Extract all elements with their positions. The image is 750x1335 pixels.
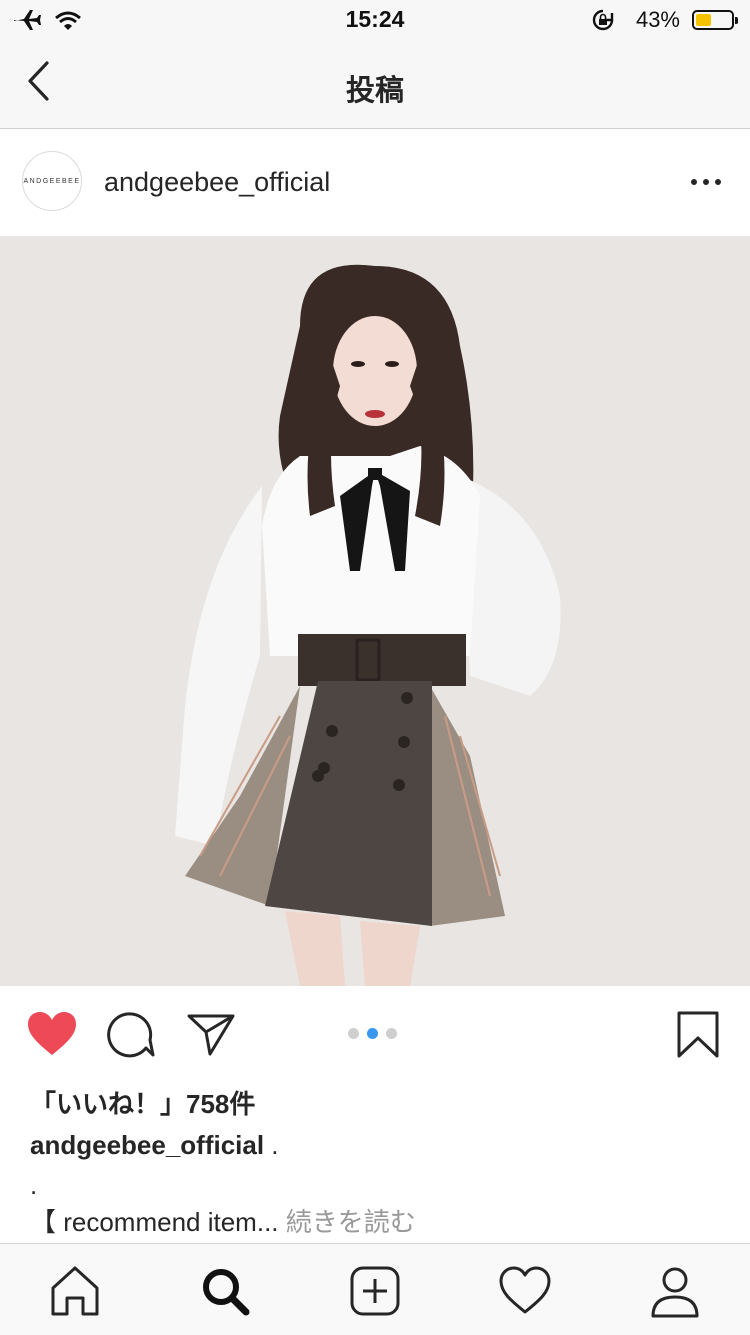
carousel-indicator (348, 1028, 397, 1039)
comment-button[interactable] (106, 1010, 156, 1058)
caption-text: . (264, 1130, 279, 1160)
like-button[interactable] (26, 1010, 78, 1058)
nav-bar: 投稿 (0, 40, 750, 129)
battery-level (696, 14, 711, 26)
more-options-button[interactable] (686, 167, 726, 197)
add-post-icon[interactable] (348, 1264, 402, 1318)
page-title: 投稿 (345, 75, 404, 107)
save-bookmark-button[interactable] (676, 1010, 720, 1060)
model-photo (0, 236, 750, 986)
carousel-dot (386, 1028, 397, 1039)
avatar[interactable]: ANDGEEBEE (22, 151, 82, 211)
home-icon[interactable] (48, 1264, 102, 1318)
status-bar: 15:24 43% (0, 0, 750, 40)
likes-count[interactable]: 「いいね！」758件 (30, 1084, 255, 1121)
post-username[interactable]: andgeebee_official (104, 167, 330, 198)
tab-bar (0, 1243, 750, 1335)
carousel-dot (348, 1028, 359, 1039)
profile-icon[interactable] (648, 1264, 702, 1318)
caption-preview-line: 【 recommend item... 続きを読む (30, 1202, 416, 1239)
search-icon[interactable] (198, 1264, 252, 1318)
battery-icon (692, 10, 738, 30)
post-header: ANDGEEBEE andgeebee_official (0, 129, 750, 235)
read-more-link[interactable]: 続きを読む (286, 1207, 416, 1237)
caption-line: andgeebee_official . (30, 1130, 279, 1161)
battery-percentage: 43% (635, 7, 680, 32)
share-button[interactable] (186, 1010, 236, 1058)
caption-dot: . (30, 1170, 38, 1200)
carousel-dot-active (367, 1028, 378, 1039)
activity-heart-icon[interactable] (498, 1264, 552, 1318)
post-image[interactable] (0, 236, 750, 986)
caption-username[interactable]: andgeebee_official (30, 1130, 264, 1160)
caption-preview: 【 recommend item... (30, 1207, 286, 1237)
rotation-lock-icon (592, 9, 614, 31)
